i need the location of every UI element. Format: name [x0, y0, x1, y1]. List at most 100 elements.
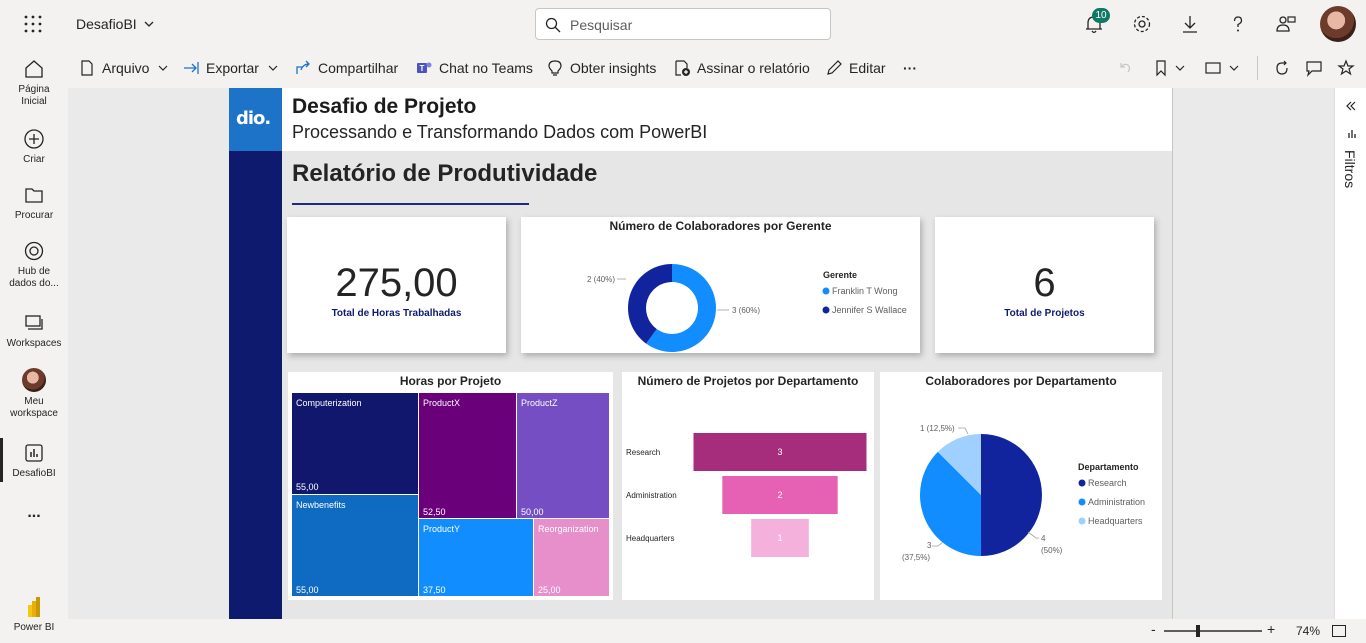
insights-button[interactable]: Obter insights [546, 58, 656, 78]
legend-marker [822, 306, 830, 314]
pie-label-top: 1 (12,5%) [920, 424, 955, 433]
zoom-slider[interactable] [1164, 630, 1262, 632]
subscribe-button[interactable]: Assinar o relatório [673, 58, 810, 78]
edit-button[interactable]: Editar [825, 58, 886, 78]
report-page: dio. Desafio de Projeto Processando e Tr… [229, 88, 1173, 619]
funnel-value-label: 1 [777, 533, 782, 543]
donut-slice[interactable] [628, 264, 672, 344]
comment-icon[interactable] [1305, 59, 1323, 77]
zoom-slider-thumb[interactable] [1196, 625, 1200, 637]
file-menu[interactable]: Arquivo [78, 58, 175, 78]
treemap-tile[interactable]: Newbenefits 55,00 [292, 495, 418, 596]
nav-item-powerbi[interactable]: Power BI [0, 596, 68, 634]
funnel-chart-card[interactable]: Número de Projetos por Departamento 3 Res… [622, 372, 874, 600]
feedback-icon[interactable] [1275, 13, 1297, 35]
funnel-chart[interactable]: 3 Research 2 Administration 1 Headquarters [622, 372, 874, 600]
view-icon[interactable] [1204, 59, 1222, 77]
chevron-down-icon [268, 65, 278, 71]
funnel-category-label: Administration [626, 491, 677, 500]
chevron-down-icon[interactable] [142, 17, 156, 31]
refresh-icon[interactable] [1273, 59, 1291, 77]
treemap-chart[interactable]: Computerization 55,00 Newbenefits 55,00 … [288, 372, 613, 600]
nav-item-more[interactable]: ... [0, 504, 68, 522]
heading-underline [292, 203, 529, 205]
treemap-tile-value: 50,00 [521, 507, 544, 517]
gear-icon[interactable] [1131, 13, 1153, 35]
zoom-in-button[interactable]: + [1267, 621, 1275, 637]
file-icon [81, 60, 93, 76]
treemap-tile-value: 52,50 [423, 507, 446, 517]
workspace-name[interactable]: DesafioBI [76, 16, 137, 32]
nav-item-home[interactable]: Página Inicial [0, 58, 68, 108]
legend-marker [1078, 517, 1086, 525]
notification-badge: 10 [1092, 8, 1110, 23]
data-hub-icon [24, 241, 44, 261]
pie-leader-bottom-left [932, 541, 944, 547]
subscribe-icon [675, 60, 690, 76]
nav-item-desafiobi[interactable]: DesafioBI [0, 442, 68, 480]
pie-chart[interactable]: 1 (12,5%) 3 (37,5%) 4 (50%) Departamento… [880, 372, 1162, 600]
star-icon[interactable] [1337, 59, 1355, 77]
donut-label-right: 3 (60%) [732, 306, 760, 315]
treemap-tile[interactable]: Reorganization 25,00 [534, 519, 609, 596]
edit-label: Editar [849, 60, 886, 76]
kpi-projects-label: Total de Projetos [1004, 308, 1085, 319]
app-launcher-icon[interactable] [23, 14, 43, 34]
action-bar: Arquivo Exportar Compartilhar T Chat no … [68, 48, 1366, 88]
treemap-tile[interactable]: ProductY 37,50 [419, 519, 533, 596]
avatar[interactable] [1320, 6, 1356, 42]
treemap-tile-name: Newbenefits [296, 500, 346, 510]
chevron-down-icon[interactable] [1228, 59, 1240, 77]
nav-label: Procurar [14, 210, 54, 221]
zoom-out-button[interactable]: - [1151, 621, 1156, 637]
nav-label: Hub de [17, 266, 51, 277]
chevron-down-icon[interactable] [1174, 59, 1186, 77]
share-button[interactable]: Compartilhar [294, 58, 398, 78]
treemap-tile[interactable]: Computerization 55,00 [292, 393, 418, 494]
treemap-tile-name: Reorganization [538, 524, 599, 534]
treemap-tile[interactable]: ProductZ 50,00 [517, 393, 609, 518]
treemap-card[interactable]: Horas por Projeto Computerization 55,00 … [288, 372, 613, 600]
search-input[interactable]: Pesquisar [570, 17, 632, 33]
treemap-tile-value: 37,50 [423, 585, 446, 595]
more-options-button[interactable]: ··· [903, 58, 917, 78]
treemap-tile-rect [292, 393, 418, 494]
treemap-tile[interactable]: ProductX 52,50 [419, 393, 516, 518]
nav-item-create[interactable]: Criar [0, 128, 68, 166]
nav-item-data-hub[interactable]: Hub de dados do... [0, 240, 68, 290]
export-menu[interactable]: Exportar [182, 58, 285, 78]
pie-chart-card[interactable]: Colaboradores por Departamento 1 (12,5%)… [880, 372, 1162, 600]
kpi-hours-card[interactable]: 275,00 Total de Horas Trabalhadas [287, 217, 506, 353]
nav-label: Página [18, 84, 50, 95]
powerbi-logo [28, 597, 40, 617]
help-icon[interactable] [1227, 13, 1249, 35]
donut-label-left: 2 (40%) [587, 275, 615, 284]
pie-slice[interactable] [981, 434, 1042, 556]
donut-chart[interactable]: 2 (40%) 3 (60%) Gerente Franklin T Wong … [521, 217, 920, 353]
bookmark-icon[interactable] [1152, 59, 1170, 77]
kpi-projects-card[interactable]: 6 Total de Projetos [935, 217, 1154, 353]
donut-legend-title: Gerente [823, 270, 857, 280]
undo-icon[interactable] [1116, 59, 1134, 77]
treemap-tile-rect [517, 393, 609, 518]
nav-label: Meu [24, 396, 44, 407]
download-icon[interactable] [1179, 13, 1201, 35]
nav-item-workspaces[interactable]: Workspaces [0, 312, 68, 350]
plus-circle-icon [24, 129, 44, 149]
nav-item-browse[interactable]: Procurar [0, 184, 68, 222]
fit-to-page-icon[interactable] [1332, 625, 1346, 637]
donut-chart-card[interactable]: Número de Colaboradores por Gerente 2 (4… [521, 217, 920, 353]
zoom-level: 74% [1296, 624, 1321, 638]
collapse-icon[interactable] [1345, 100, 1357, 112]
teams-chat-button[interactable]: T Chat no Teams [415, 58, 533, 78]
more-icon: ... [27, 504, 41, 521]
file-menu-label: Arquivo [102, 60, 150, 76]
nav-label: dados do... [9, 278, 59, 289]
nav-label: workspace [10, 408, 58, 419]
search-box[interactable]: Pesquisar [535, 8, 831, 40]
filters-label[interactable]: Filtros [1342, 150, 1358, 188]
nav-item-my-workspace[interactable]: Meu workspace [0, 368, 68, 420]
pie-label-bottom-left: 3 [927, 541, 932, 550]
teams-chat-label: Chat no Teams [439, 60, 533, 76]
pie-legend-item: Headquarters [1088, 516, 1143, 526]
